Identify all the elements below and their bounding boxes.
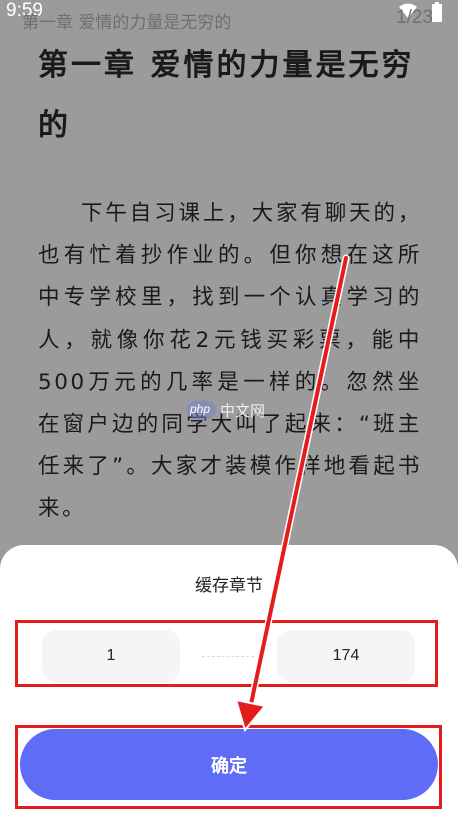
range-divider [202,656,254,657]
page-number: 1/23 [396,7,433,28]
end-chapter-input[interactable] [277,630,415,682]
watermark: php 中文网 [186,398,274,422]
confirm-button[interactable]: 确定 [20,729,438,800]
sheet-title: 缓存章节 [195,576,263,596]
running-chapter-title: 第一章 爱情的力量是无穷的 [22,13,232,33]
watermark-mark: php [190,402,211,416]
chapter-body-text: 下午自习课上，大家有聊天的，也有忙着抄作业的。但你想在这所中专学校里，找到一个认… [38,201,422,522]
battery-icon [432,2,442,22]
start-chapter-input[interactable] [42,630,180,682]
chapter-title: 第一章 爱情的力量是无穷的 [38,48,415,143]
watermark-text: 中文网 [220,402,266,420]
cache-chapters-sheet: 缓存章节 确定 [0,545,458,820]
